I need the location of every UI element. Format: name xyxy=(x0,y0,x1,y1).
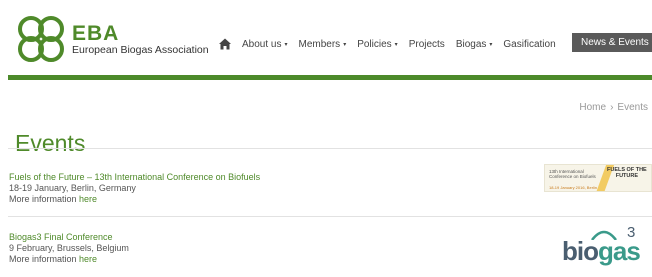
nav-item-biogas[interactable]: Biogas ▾ xyxy=(456,39,493,50)
page-title: Events xyxy=(15,130,86,157)
breadcrumb-separator: › xyxy=(610,102,614,113)
nav-item-label: News & Events xyxy=(581,37,649,48)
nav-item-label: Gasification xyxy=(503,38,556,50)
thumb-right-text: FUELS OF THE FUTURE xyxy=(607,167,647,179)
event-more-info: More information here xyxy=(9,194,260,205)
event-thumbnail-fuels-of-the-future[interactable]: 13th International Conference on Biofuel… xyxy=(544,164,652,192)
event-item: Biogas3 Final Conference 9 February, Bru… xyxy=(9,232,129,265)
divider xyxy=(8,216,652,217)
event-title[interactable]: Fuels of the Future – 13th International… xyxy=(9,172,260,183)
nav-item-label: Projects xyxy=(408,38,445,50)
more-info-link[interactable]: here xyxy=(79,194,97,204)
biogas-logo-word-a: bio xyxy=(562,236,599,266)
nav-item-news-events[interactable]: News & Events ▾ xyxy=(572,33,652,52)
breadcrumb: Home › Events xyxy=(579,102,648,113)
thumb-left-line2: Conference on Biofuels xyxy=(549,174,596,179)
home-icon[interactable] xyxy=(218,37,232,51)
nav-item-about-us[interactable]: About us ▾ xyxy=(242,39,288,50)
nav-item-label: Biogas xyxy=(455,38,487,50)
eba-logo-icon[interactable] xyxy=(14,12,68,66)
nav-item-gasification[interactable]: Gasification xyxy=(503,39,555,50)
breadcrumb-home-link[interactable]: Home xyxy=(579,102,606,113)
event-item: Fuels of the Future – 13th International… xyxy=(9,172,260,205)
nav-item-label: Policies xyxy=(357,38,392,50)
caret-down-icon: ▾ xyxy=(394,41,398,48)
logo-name[interactable]: EBA xyxy=(72,22,119,46)
logo-subtitle[interactable]: European Biogas Association xyxy=(72,44,209,56)
biogas-logo-superscript: 3 xyxy=(627,224,636,241)
caret-down-icon: ▾ xyxy=(489,41,493,48)
nav-item-label: About us xyxy=(242,38,282,50)
nav-item-policies[interactable]: Policies ▾ xyxy=(357,39,397,50)
thumb-left-text: 13th International Conference on Biofuel… xyxy=(549,169,596,179)
header-divider xyxy=(8,75,652,80)
nav-item-members[interactable]: Members ▾ xyxy=(299,39,347,50)
caret-down-icon: ▾ xyxy=(343,41,347,48)
event-title[interactable]: Biogas3 Final Conference xyxy=(9,232,129,243)
breadcrumb-current: Events xyxy=(617,102,648,113)
event-more-info: More information here xyxy=(9,254,129,265)
nav-item-label: Members xyxy=(298,38,341,50)
more-info-link[interactable]: here xyxy=(79,254,97,264)
more-info-label: More information xyxy=(9,194,77,204)
main-nav: About us ▾ Members ▾ Policies ▾ Projects… xyxy=(218,35,567,53)
thumb-date: 18-19 January 2016, Berlin xyxy=(549,185,598,190)
caret-down-icon: ▾ xyxy=(284,41,288,48)
divider xyxy=(8,148,652,149)
more-info-label: More information xyxy=(9,254,77,264)
event-date-location: 18-19 January, Berlin, Germany xyxy=(9,183,136,193)
thumb-right-line2: FUTURE xyxy=(615,173,639,179)
event-date-location: 9 February, Brussels, Belgium xyxy=(9,243,129,253)
site-header: EBA European Biogas Association About us… xyxy=(0,0,652,78)
nav-item-projects[interactable]: Projects xyxy=(409,39,445,50)
